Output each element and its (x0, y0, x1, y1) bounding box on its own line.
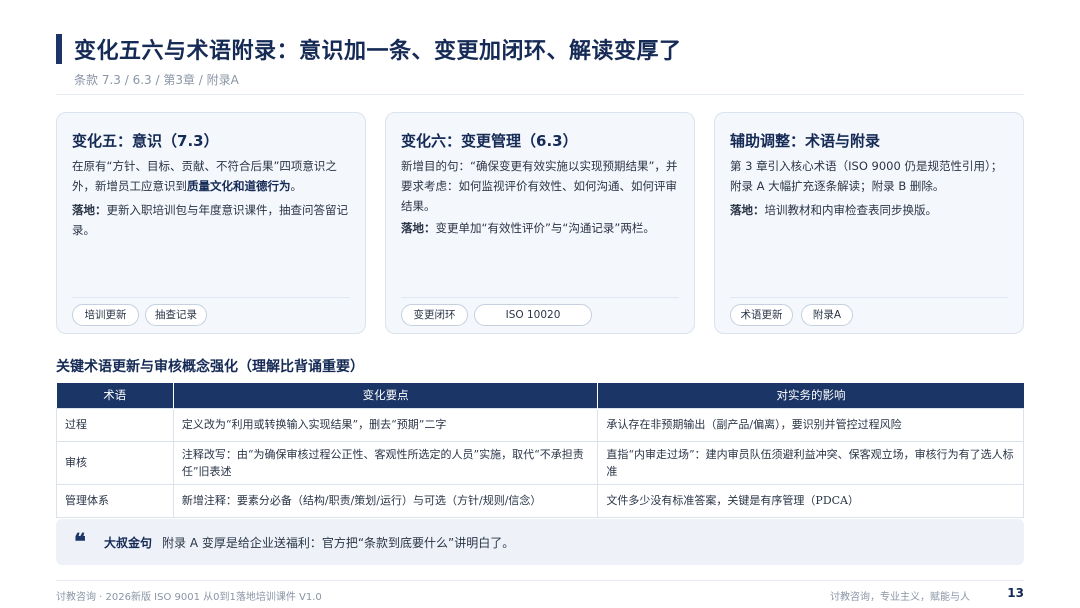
tag-spot-check[interactable]: 抽查记录 (145, 304, 207, 326)
page-number: 13 (1007, 586, 1024, 600)
card-landing: 落地：培训教材和内审检查表同步换版。 (730, 203, 937, 217)
cell-impact: 文件多少没有标准答案，关键是有序管理（PDCA） (597, 483, 1024, 518)
card-divider (72, 297, 350, 298)
col-header-term: 术语 (56, 383, 174, 408)
divider (56, 94, 1024, 95)
page-subtitle: 条款 7.3 / 6.3 / 第3章 / 附录A (74, 73, 239, 87)
title-accent-bar (56, 34, 62, 64)
tag-iso-10020[interactable]: ISO 10020 (474, 304, 592, 326)
card-change-five: 变化五：意识（7.3） 在原有“方针、目标、贡献、不符合后果”四项意识之外，新增… (56, 112, 366, 334)
tag-training-update[interactable]: 培训更新 (72, 304, 139, 326)
card-title: 辅助调整：术语与附录 (730, 132, 881, 150)
terms-table: 术语 变化要点 对实务的影响 过程 定义改为“利用或转换输入实现结果”，删去“预… (56, 383, 1024, 518)
table-row: 过程 定义改为“利用或转换输入实现结果”，删去“预期”二字 承认存在非预期输出（… (56, 407, 1024, 442)
card-divider (730, 297, 1008, 298)
cell-change: 定义改为“利用或转换输入实现结果”，删去“预期”二字 (172, 407, 599, 442)
cell-term: 过程 (56, 407, 174, 442)
card-landing: 落地：更新入职培训包与年度意识课件，抽查问答留记录。 (72, 203, 348, 237)
tag-appendix-a[interactable]: 附录A (801, 304, 853, 326)
card-auxiliary: 辅助调整：术语与附录 第 3 章引入核心术语（ISO 9000 仍是规范性引用）… (714, 112, 1024, 334)
cell-term: 审核 (56, 440, 174, 485)
card-body: 在原有“方针、目标、贡献、不符合后果”四项意识之外，新增员工应意识到质量文化和道… (72, 159, 337, 193)
cell-change: 注释改写：由“为确保审核过程公正性、客观性所选定的人员”实施，取代“不承担责任”… (172, 440, 599, 485)
quote-icon: ❝ (74, 529, 86, 555)
col-header-change: 变化要点 (173, 383, 599, 408)
page-title: 变化五六与术语附录：意识加一条、变更加闭环、解读变厚了 (74, 39, 682, 64)
cell-term: 管理体系 (56, 483, 174, 518)
footer-course-title: 讨教咨询 · 2026新版 ISO 9001 从0到1落地培训课件 V1.0 (56, 592, 322, 603)
card-title: 变化六：变更管理（6.3） (401, 132, 578, 150)
cell-impact: 直指“内审走过场”：建内审员队伍须避利益冲突、保客观立场，审核行为有了选人标准 (597, 440, 1024, 485)
section-title: 关键术语更新与审核概念强化（理解比背诵重要） (56, 359, 364, 375)
card-change-six: 变化六：变更管理（6.3） 新增目的句：“确保变更有效实施以实现预期结果”，并要… (385, 112, 695, 334)
table-row: 管理体系 新增注释：要素分必备（结构/职责/策划/运行）与可选（方针/规则/信念… (56, 483, 1024, 518)
card-divider (401, 297, 679, 298)
tag-change-loop[interactable]: 变更闭环 (401, 304, 468, 326)
col-header-impact: 对实务的影响 (597, 383, 1024, 408)
footer-slogan: 讨教咨询，专业主义，赋能与人 (830, 592, 970, 603)
cell-impact: 承认存在非预期输出（副产品/偏离），要识别并管控过程风险 (597, 407, 1024, 442)
card-landing: 落地：变更单加“有效性评价”与“沟通记录”两栏。 (401, 221, 655, 235)
table-row: 审核 注释改写：由“为确保审核过程公正性、客观性所选定的人员”实施，取代“不承担… (56, 440, 1024, 485)
quote-label: 大叔金句 (104, 536, 153, 550)
card-title: 变化五：意识（7.3） (72, 132, 219, 150)
quote-text: 附录 A 变厚是给企业送福利：官方把“条款到底要什么”讲明白了。 (162, 536, 515, 550)
cell-change: 新增注释：要素分必备（结构/职责/策划/运行）与可选（方针/规则/信念） (172, 483, 599, 518)
card-body: 新增目的句：“确保变更有效实施以实现预期结果”，并要求考虑：如何监视评价有效性、… (401, 159, 678, 213)
table-header-row: 术语 变化要点 对实务的影响 (56, 383, 1024, 408)
footer-divider (56, 580, 1024, 581)
card-body: 第 3 章引入核心术语（ISO 9000 仍是规范性引用）；附录 A 大幅扩充逐… (730, 159, 1003, 193)
quote-box: ❝ 大叔金句 附录 A 变厚是给企业送福利：官方把“条款到底要什么”讲明白了。 (56, 519, 1024, 565)
tag-term-update[interactable]: 术语更新 (730, 304, 793, 326)
card-body-highlight: 质量文化和道德行为 (187, 179, 291, 193)
